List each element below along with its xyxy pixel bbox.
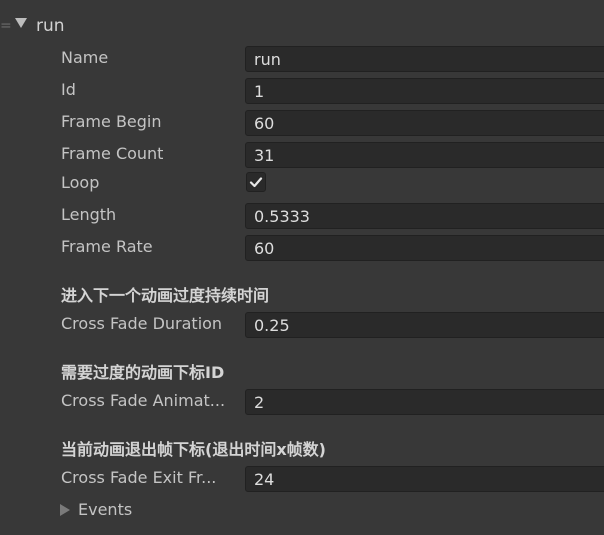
id-label: Id xyxy=(61,80,76,99)
frame-count-field[interactable]: 31 xyxy=(245,142,604,168)
foldout-triangle-down-icon[interactable] xyxy=(15,18,27,28)
cross-fade-animation-header: 需要过度的动画下标ID xyxy=(61,363,225,382)
cross-fade-duration-field[interactable]: 0.25 xyxy=(245,312,604,338)
cross-fade-animation-label: Cross Fade Animat... xyxy=(61,391,226,410)
inspector-panel: = run Name run Id 1 Frame Begin 60 Frame… xyxy=(0,0,604,535)
cross-fade-animation-field[interactable]: 2 xyxy=(245,389,604,415)
cross-fade-exit-frame-header: 当前动画退出帧下标(退出时间x帧数) xyxy=(61,440,326,459)
name-label: Name xyxy=(61,48,109,67)
cross-fade-exit-frame-label: Cross Fade Exit Fr... xyxy=(61,468,217,487)
drag-handle-icon[interactable]: = xyxy=(0,14,12,38)
cross-fade-duration-header: 进入下一个动画过度持续时间 xyxy=(61,286,270,305)
id-field[interactable]: 1 xyxy=(245,78,604,104)
loop-checkbox[interactable] xyxy=(246,172,266,192)
cross-fade-duration-label: Cross Fade Duration xyxy=(61,314,223,333)
length-label: Length xyxy=(61,205,117,224)
frame-count-label: Frame Count xyxy=(61,144,164,163)
foldout-title[interactable]: run xyxy=(36,14,65,38)
checkmark-icon xyxy=(249,177,263,188)
frame-begin-label: Frame Begin xyxy=(61,112,162,131)
events-triangle-right-icon[interactable] xyxy=(60,504,70,516)
events-foldout-label[interactable]: Events xyxy=(78,497,132,523)
length-field[interactable]: 0.5333 xyxy=(245,203,604,229)
cross-fade-exit-frame-field[interactable]: 24 xyxy=(245,466,604,492)
loop-label: Loop xyxy=(61,173,100,192)
frame-rate-label: Frame Rate xyxy=(61,237,153,256)
frame-rate-field[interactable]: 60 xyxy=(245,235,604,261)
frame-begin-field[interactable]: 60 xyxy=(245,110,604,136)
name-field[interactable]: run xyxy=(245,46,604,72)
